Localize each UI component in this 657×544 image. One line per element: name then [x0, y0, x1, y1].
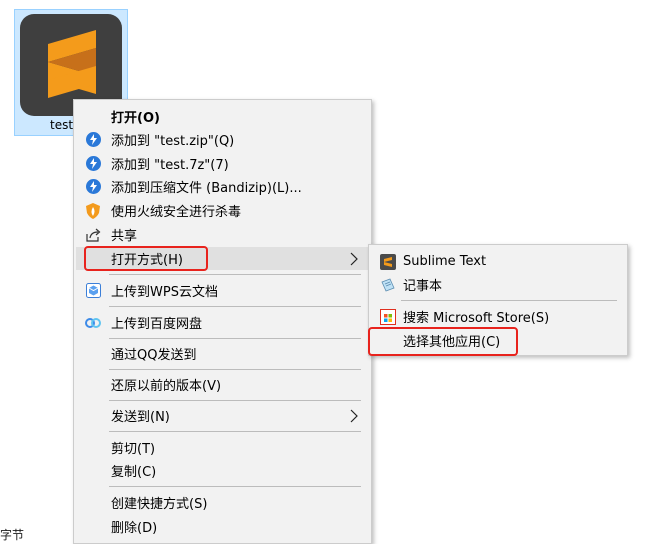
- notepad-icon: [380, 277, 396, 293]
- bandizip-icon: [85, 179, 101, 195]
- menu-item-open[interactable]: 打开(O): [76, 105, 369, 128]
- open-with-highlight-box: [84, 246, 208, 271]
- truncated-size-text: 字节: [0, 528, 25, 542]
- menu-item-create-shortcut[interactable]: 创建快捷方式(S): [76, 491, 369, 514]
- menu-item-send-via-qq[interactable]: 通过QQ发送到: [76, 342, 369, 365]
- menu-item-share[interactable]: 共享: [76, 223, 369, 246]
- menu-item-add-to-7z[interactable]: 添加到 "test.7z"(7): [76, 152, 369, 175]
- menu-separator: [109, 338, 361, 339]
- menu-item-add-to-zip[interactable]: 添加到 "test.zip"(Q): [76, 128, 369, 151]
- menu-separator: [109, 369, 361, 370]
- menu-separator: [109, 400, 361, 401]
- submenu-item-search-store[interactable]: 搜索 Microsoft Store(S): [371, 305, 625, 328]
- menu-separator: [109, 306, 361, 307]
- bandizip-icon: [85, 156, 101, 172]
- sublime-text-icon: [380, 253, 396, 270]
- wps-cloud-icon: [85, 283, 101, 299]
- menu-separator: [109, 274, 361, 275]
- file-name-label[interactable]: test: [50, 118, 73, 132]
- menu-item-huorong-scan[interactable]: 使用火绒安全进行杀毒: [76, 199, 369, 222]
- menu-separator: [109, 486, 361, 487]
- submenu-item-notepad[interactable]: 记事本: [371, 273, 625, 296]
- share-icon: [85, 227, 101, 243]
- menu-separator: [109, 431, 361, 432]
- menu-item-copy[interactable]: 复制(C): [76, 459, 369, 482]
- menu-item-upload-wps[interactable]: 上传到WPS云文档: [76, 279, 369, 302]
- menu-item-delete[interactable]: 删除(D): [76, 515, 369, 538]
- baidu-netdisk-icon: [85, 315, 101, 331]
- chevron-right-icon: [347, 252, 361, 266]
- menu-separator: [401, 300, 617, 301]
- chevron-right-icon: [347, 409, 361, 423]
- menu-item-restore-versions[interactable]: 还原以前的版本(V): [76, 373, 369, 396]
- bandizip-icon: [85, 132, 101, 148]
- submenu-item-sublime-text[interactable]: Sublime Text: [371, 250, 625, 273]
- choose-other-app-highlight-box: [368, 327, 518, 356]
- menu-item-upload-baidu[interactable]: 上传到百度网盘: [76, 311, 369, 334]
- menu-item-add-to-archive[interactable]: 添加到压缩文件 (Bandizip)(L)...: [76, 175, 369, 198]
- menu-item-send-to[interactable]: 发送到(N): [76, 404, 369, 427]
- context-menu: 打开(O) 添加到 "test.zip"(Q) 添加到 "test.7z"(7)…: [73, 99, 372, 544]
- huorong-shield-icon: [85, 202, 101, 219]
- microsoft-store-icon: [380, 308, 396, 325]
- menu-item-cut[interactable]: 剪切(T): [76, 436, 369, 459]
